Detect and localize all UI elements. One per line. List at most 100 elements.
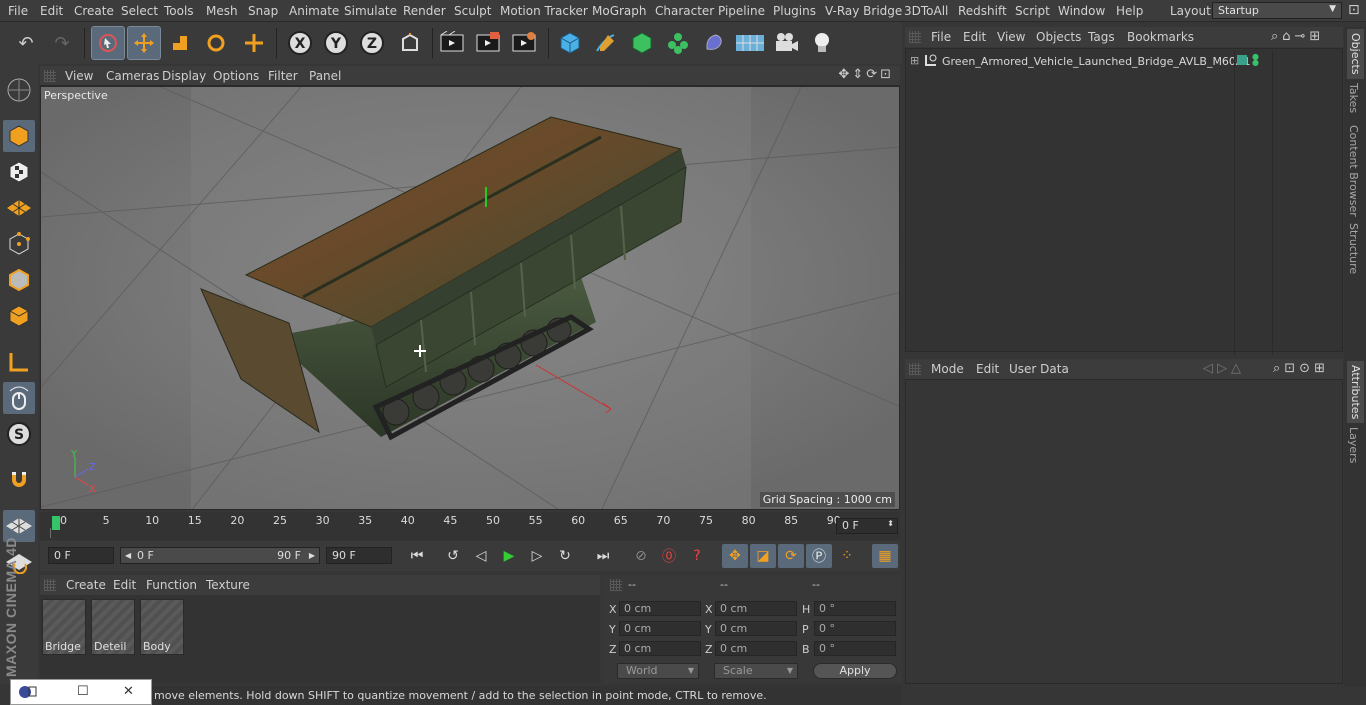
camera-icon[interactable] — [770, 27, 802, 59]
go-to-start-icon[interactable]: ⏮ — [404, 544, 430, 568]
menu-simulate[interactable]: Simulate — [344, 4, 397, 18]
drag-handle-icon[interactable] — [610, 579, 622, 591]
drag-handle-icon[interactable] — [909, 363, 921, 375]
menu-file[interactable]: File — [8, 4, 28, 18]
pen-spline-icon[interactable] — [590, 27, 622, 59]
key-scale-icon[interactable]: ◪ — [750, 544, 776, 568]
material-body[interactable]: Body — [140, 599, 184, 655]
material-deteil[interactable]: Deteil — [91, 599, 135, 655]
play-icon[interactable]: ▶ — [496, 544, 522, 568]
cinema4d-app-icon[interactable] — [17, 683, 37, 705]
rotation-p-field[interactable]: 0 ° — [814, 621, 896, 636]
position-x-field[interactable]: 0 cm — [619, 601, 701, 616]
menu-select[interactable]: Select — [121, 4, 158, 18]
subdivision-surface-icon[interactable] — [626, 27, 658, 59]
coordinate-system-icon[interactable] — [394, 27, 426, 59]
tab-attributes[interactable]: Attributes — [1347, 361, 1364, 424]
render-settings-icon[interactable] — [508, 27, 540, 59]
visibility-dots-icon[interactable]: ● ● — [1252, 53, 1259, 67]
record-active-objects-icon[interactable]: ⊘ — [628, 544, 654, 568]
attributes-menu-edit[interactable]: Edit — [976, 362, 999, 376]
tab-takes[interactable]: Takes — [1347, 83, 1360, 113]
edges-mode-icon[interactable] — [3, 264, 35, 296]
undo-icon[interactable]: ↶ — [10, 27, 42, 59]
menu-vray-bridge[interactable]: V-Ray Bridge — [825, 4, 902, 18]
preview-range-slider[interactable]: ◀ 0 F 90 F ▶ — [120, 547, 320, 564]
current-frame-field[interactable]: 0 F ⬍ — [836, 518, 898, 534]
cube-primitive-icon[interactable] — [554, 27, 586, 59]
objects-menu-edit[interactable]: Edit — [963, 30, 986, 44]
menu-3dtoall[interactable]: 3DToAll — [904, 4, 948, 18]
timeline-ruler[interactable]: 0 5 10 15 20 25 30 35 40 45 50 55 60 65 70 75 80 85 90 0 F… — [40, 512, 900, 540]
attributes-menu-user-data[interactable]: User Data — [1009, 362, 1069, 376]
expand-icon[interactable]: ⊞ — [910, 54, 919, 67]
end-frame-field[interactable]: 90 F — [326, 547, 392, 564]
previous-key-icon[interactable]: ↺ — [440, 544, 466, 568]
viewport-menu-panel[interactable]: Panel — [309, 69, 341, 83]
menu-pipeline[interactable]: Pipeline — [718, 4, 765, 18]
x-axis-lock-button[interactable]: X — [284, 27, 316, 59]
position-y-field[interactable]: 0 cm — [619, 621, 701, 636]
key-point-level-icon[interactable]: ⁘ — [834, 544, 860, 568]
menu-mesh[interactable]: Mesh — [206, 4, 238, 18]
workplane-mode-icon[interactable] — [3, 192, 35, 224]
next-frame-icon[interactable]: ▷ — [524, 544, 550, 568]
viewport-menu-filter[interactable]: Filter — [268, 69, 298, 83]
menu-animate[interactable]: Animate — [289, 4, 339, 18]
tab-objects[interactable]: Objects — [1347, 29, 1364, 79]
maximize-icon[interactable]: ☐ — [77, 684, 89, 699]
drag-handle-icon[interactable] — [44, 70, 56, 82]
next-key-icon[interactable]: ↻ — [552, 544, 578, 568]
live-selection-icon[interactable] — [91, 26, 125, 60]
panel-expand-icon[interactable]: ⊡ — [1348, 2, 1360, 18]
make-editable-icon[interactable] — [3, 74, 35, 106]
objects-menu-file[interactable]: File — [931, 30, 951, 44]
transform-tool-icon[interactable] — [238, 27, 270, 59]
tab-layers[interactable]: Layers — [1347, 427, 1360, 463]
keyframe-selection-icon[interactable]: ? — [684, 544, 710, 568]
close-icon[interactable]: ✕ — [123, 684, 134, 699]
size-y-field[interactable]: 0 cm — [715, 621, 797, 636]
cloner-icon[interactable] — [662, 27, 694, 59]
redo-icon[interactable]: ↷ — [46, 27, 78, 59]
menu-help[interactable]: Help — [1116, 4, 1143, 18]
move-tool-icon[interactable] — [127, 26, 161, 60]
menu-window[interactable]: Window — [1058, 4, 1105, 18]
layout-select[interactable]: Startup ▼ — [1212, 2, 1342, 19]
key-position-icon[interactable]: ✥ — [722, 544, 748, 568]
apply-button[interactable]: Apply — [813, 663, 897, 679]
menu-render[interactable]: Render — [403, 4, 446, 18]
attributes-nav-icons[interactable]: ◁▷△ — [1203, 361, 1245, 376]
objects-menu-view[interactable]: View — [997, 30, 1025, 44]
material-bridge[interactable]: Bridge — [42, 599, 86, 655]
snap-toggle-icon[interactable]: S — [3, 418, 35, 450]
attributes-menu-mode[interactable]: Mode — [931, 362, 964, 376]
points-mode-icon[interactable] — [3, 228, 35, 260]
texture-mode-icon[interactable] — [3, 156, 35, 188]
key-parameter-icon[interactable]: Ⓟ — [806, 544, 832, 568]
drag-handle-icon[interactable] — [909, 31, 921, 43]
rotate-tool-icon[interactable] — [200, 27, 232, 59]
size-x-field[interactable]: 0 cm — [715, 601, 797, 616]
menu-snap[interactable]: Snap — [248, 4, 278, 18]
magnet-icon[interactable] — [3, 464, 35, 496]
light-icon[interactable] — [806, 27, 838, 59]
viewport-nav-icons[interactable]: ✥⇕⟳⊡ — [838, 67, 894, 82]
size-z-field[interactable]: 0 cm — [715, 641, 797, 656]
menu-sculpt[interactable]: Sculpt — [454, 4, 491, 18]
menu-create[interactable]: Create — [74, 4, 114, 18]
viewport-menu-display[interactable]: Display — [162, 69, 206, 83]
material-menu-edit[interactable]: Edit — [113, 578, 136, 592]
objects-menu-bookmarks[interactable]: Bookmarks — [1127, 30, 1194, 44]
objects-toolbar-icons[interactable]: ⌕⌂⊸⊞ — [1271, 29, 1324, 44]
tab-structure[interactable]: Structure — [1347, 223, 1360, 274]
objects-menu-tags[interactable]: Tags — [1088, 30, 1115, 44]
z-axis-lock-button[interactable]: Z — [356, 27, 388, 59]
material-menu-create[interactable]: Create — [66, 578, 106, 592]
menu-character[interactable]: Character — [655, 4, 714, 18]
viewport-menu-options[interactable]: Options — [213, 69, 259, 83]
viewport-3d[interactable]: Y Z X Perspective Grid Spacing : 1000 cm — [40, 86, 900, 510]
menu-plugins[interactable]: Plugins — [773, 4, 816, 18]
menu-motion-tracker[interactable]: Motion Tracker — [500, 4, 588, 18]
start-frame-field[interactable]: 0 F — [48, 547, 114, 564]
